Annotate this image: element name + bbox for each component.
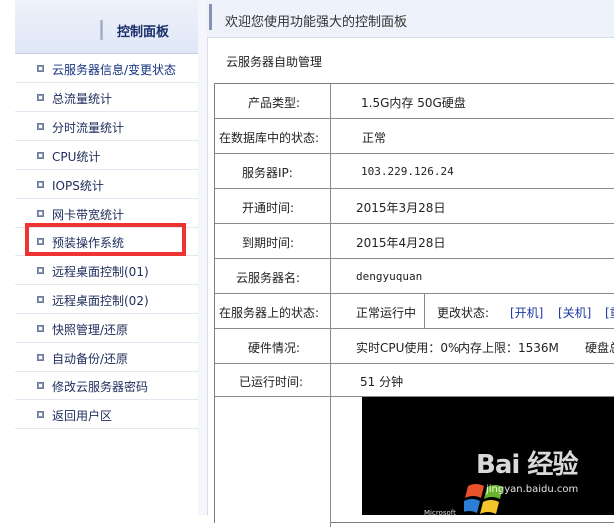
bullet-icon [37, 210, 44, 217]
sidebar-item-label: 网卡带宽统计 [52, 208, 125, 222]
section-title: 云服务器自助管理 [226, 55, 323, 69]
table-row-server-status: 在服务器上的状态: 正常运行中 更改状态: [开机] [关机] [重 [215, 294, 614, 329]
main-header-bar [209, 4, 212, 30]
table-label-cell: 产品类型: [215, 84, 331, 118]
sidebar-item-label: IOPS统计 [52, 179, 104, 193]
sidebar-item-back-user-area[interactable]: 返回用户区 [15, 401, 198, 429]
sidebar-item-label: 返回用户区 [52, 409, 113, 423]
main-header: 欢迎您使用功能强大的控制面板 [207, 0, 614, 38]
table-label-cell: 服务器IP: [215, 154, 331, 188]
sidebar-header: 控制面板 [15, 0, 198, 54]
product-type-label: 产品类型: [248, 96, 301, 110]
open-time-label: 开通时间: [242, 201, 295, 215]
sidebar-item-label: 修改云服务器密码 [52, 380, 149, 394]
table-row-open-time: 开通时间: 2015年3月28日 [215, 189, 614, 224]
windows-logo-icon [464, 484, 503, 514]
sidebar-header-bar [100, 20, 103, 40]
product-type-value: 1.5G内存 50G硬盘 [361, 96, 466, 110]
sidebar-item-label: 预装操作系统 [52, 236, 125, 250]
table-row-expire-time: 到期时间: 2015年4月28日 [215, 224, 614, 259]
table-row-product-type: 产品类型: 1.5G内存 50G硬盘 [215, 84, 614, 119]
sidebar-divider [198, 0, 208, 515]
sidebar-item-iops-stats[interactable]: IOPS统计 [15, 171, 198, 199]
sidebar-item-hourly-traffic[interactable]: 分时流量统计 [15, 113, 198, 141]
bullet-icon [37, 354, 44, 361]
sidebar-item-label: 总流量统计 [52, 92, 113, 106]
server-name-label: 云服务器名: [236, 271, 301, 285]
server-status-value: 正常运行中 [356, 306, 417, 320]
uptime-value: 51 分钟 [360, 375, 404, 389]
bullet-icon [37, 123, 44, 130]
bullet-icon [37, 296, 44, 303]
table-label-cell: 已运行时间: [215, 364, 331, 396]
ip-value: 103.229.126.24 [361, 165, 454, 178]
bullet-icon [37, 181, 44, 188]
sidebar-item-auto-backup[interactable]: 自动备份/还原 [15, 344, 198, 372]
microsoft-text: Microsoft [424, 509, 456, 517]
sidebar-item-remote-desktop-01[interactable]: 远程桌面控制(01) [15, 257, 198, 285]
table-label-cell: 在数据库中的状态: [215, 119, 331, 153]
sidebar-item-label: 远程桌面控制(01) [52, 265, 149, 279]
sidebar-item-change-password[interactable]: 修改云服务器密码 [15, 372, 198, 400]
table-label-cell: 到期时间: [215, 224, 331, 258]
open-time-value: 2015年3月28日 [356, 201, 446, 215]
restart-link[interactable]: [重 [605, 304, 614, 321]
sidebar-item-total-traffic[interactable]: 总流量统计 [15, 84, 198, 112]
bullet-icon [37, 325, 44, 332]
table-row-ip: 服务器IP: 103.229.126.24 [215, 154, 614, 189]
sidebar: 控制面板 云服务器信息/变更状态 总流量统计 分时流量统计 CPU统计 IOPS… [15, 0, 199, 515]
hardware-label: 硬件情况: [248, 341, 301, 355]
table-row-uptime: 已运行时间: 51 分钟 [215, 364, 614, 397]
bullet-icon [37, 382, 44, 389]
sidebar-item-label: CPU统计 [52, 150, 101, 164]
db-status-value: 正常 [362, 131, 387, 145]
sidebar-item-nic-bandwidth[interactable]: 网卡带宽统计 [15, 200, 198, 228]
db-status-label: 在数据库中的状态: [219, 131, 320, 145]
power-off-link[interactable]: [关机] [558, 304, 591, 321]
table-label-cell: 在服务器上的状态: [215, 294, 331, 328]
sidebar-item-label: 快照管理/还原 [52, 323, 129, 337]
ip-label: 服务器IP: [242, 166, 293, 180]
server-name-value: dengyuquan [356, 270, 423, 283]
table-row-hardware: 硬件情况: 实时CPU使用：0% 内存上限：1536M 硬盘总 [215, 329, 614, 364]
bullet-icon [37, 65, 44, 72]
sidebar-item-label: 远程桌面控制(02) [52, 294, 149, 308]
table-label-cell [215, 397, 331, 527]
sidebar-item-label: 云服务器信息/变更状态 [52, 63, 177, 77]
table-row-server-name: 云服务器名: dengyuquan [215, 259, 614, 294]
sidebar-item-label: 分时流量统计 [52, 121, 125, 135]
expire-time-value: 2015年4月28日 [356, 236, 446, 250]
sidebar-item-cpu-stats[interactable]: CPU统计 [15, 142, 198, 170]
sidebar-item-label: 自动备份/还原 [52, 352, 129, 366]
sidebar-item-remote-desktop-02[interactable]: 远程桌面控制(02) [15, 286, 198, 314]
mem-limit-value: 内存上限：1536M [458, 341, 559, 355]
table-label-cell: 云服务器名: [215, 259, 331, 293]
table-label-cell: 硬件情况: [215, 329, 331, 363]
disk-total-value: 硬盘总 [585, 341, 614, 355]
table-label-cell: 开通时间: [215, 189, 331, 223]
expire-time-label: 到期时间: [242, 236, 295, 250]
sidebar-item-snapshot[interactable]: 快照管理/还原 [15, 315, 198, 343]
cpu-usage-value: 实时CPU使用：0% [356, 341, 460, 355]
sidebar-item-server-info[interactable]: 云服务器信息/变更状态 [15, 55, 198, 83]
bullet-icon [37, 94, 44, 101]
uptime-label: 已运行时间: [239, 375, 304, 389]
remote-screen-preview[interactable]: Microsoft [362, 397, 614, 517]
table-divider [424, 294, 425, 328]
sidebar-title: 控制面板 [117, 25, 170, 40]
page-title: 欢迎您使用功能强大的控制面板 [225, 15, 408, 30]
power-on-link[interactable]: [开机] [510, 304, 543, 321]
bullet-icon [37, 411, 44, 418]
bullet-icon [37, 267, 44, 274]
bullet-icon [37, 152, 44, 159]
server-status-label: 在服务器上的状态: [219, 306, 320, 320]
bullet-icon [37, 238, 44, 245]
sidebar-item-preinstall-os[interactable]: 预装操作系统 [15, 228, 198, 256]
table-row-db-status: 在数据库中的状态: 正常 [215, 119, 614, 154]
change-status-label: 更改状态: [437, 306, 490, 320]
